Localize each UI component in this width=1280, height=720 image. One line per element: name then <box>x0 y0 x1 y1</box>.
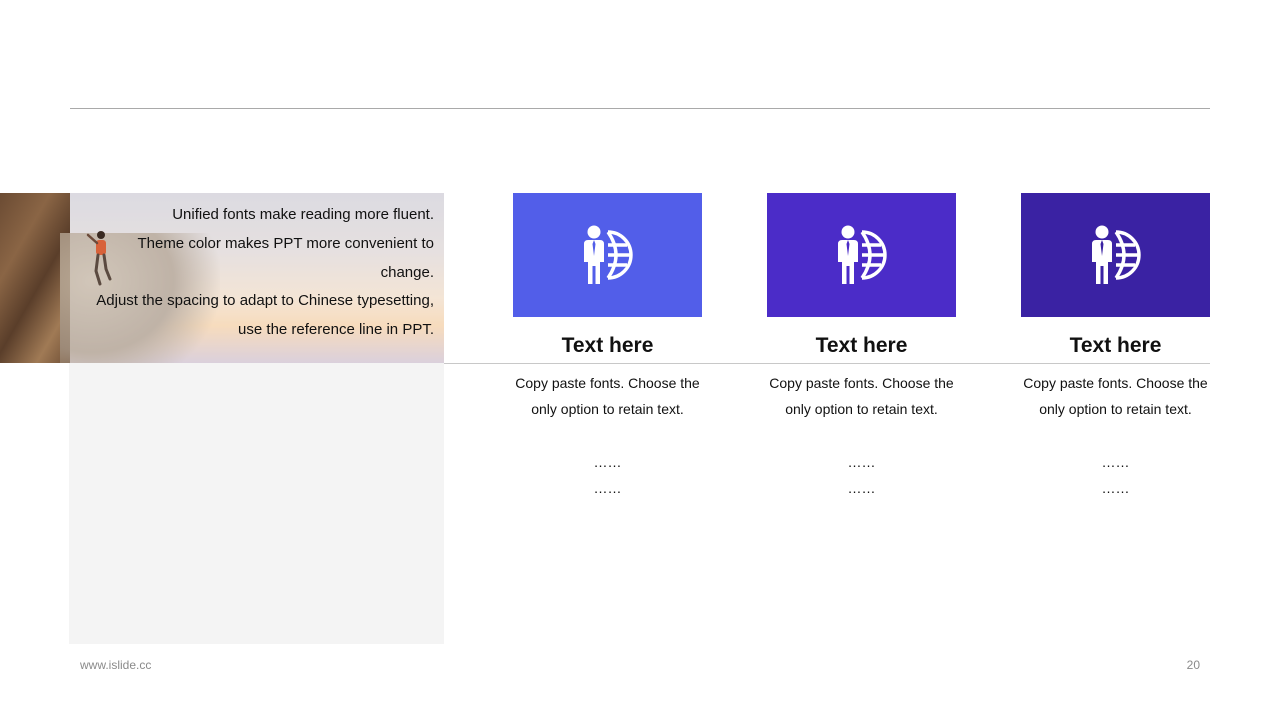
climber-photo-panel: Unified fonts make reading more fluent. … <box>0 193 444 363</box>
icon-tile <box>767 193 956 317</box>
gray-background-panel <box>69 363 444 644</box>
ellipsis-line: …… <box>1101 480 1130 497</box>
card-description: Copy paste fonts. Choose the only option… <box>1023 375 1208 418</box>
top-divider <box>70 108 1210 109</box>
feature-card-3: Text here Copy paste fonts. Choose the o… <box>1021 193 1210 501</box>
card-body: Copy paste fonts. Choose the only option… <box>1011 370 1220 501</box>
businessman-globe-icon <box>837 225 887 284</box>
page-number: 20 <box>1186 658 1200 672</box>
footer-url: www.islide.cc <box>80 658 152 672</box>
card-title: Text here <box>1069 334 1162 357</box>
ellipsis-line: …… <box>1101 453 1130 470</box>
card-title: Text here <box>815 334 908 357</box>
ellipsis-line: …… <box>847 480 876 497</box>
intro-line: Unified fonts make reading more fluent. <box>172 206 434 223</box>
ellipsis-line: …… <box>593 480 622 497</box>
ellipsis-line: …… <box>593 453 622 470</box>
card-body: Copy paste fonts. Choose the only option… <box>757 370 966 501</box>
icon-tile <box>1021 193 1210 317</box>
card-description: Copy paste fonts. Choose the only option… <box>515 375 700 418</box>
feature-card-2: Text here Copy paste fonts. Choose the o… <box>767 193 956 501</box>
card-body: Copy paste fonts. Choose the only option… <box>503 370 712 501</box>
intro-line: Adjust the spacing to adapt to Chinese t… <box>96 292 434 310</box>
card-title: Text here <box>561 334 654 357</box>
feature-card-1: Text here Copy paste fonts. Choose the o… <box>513 193 702 501</box>
intro-line: use the reference line in PPT. <box>238 321 434 339</box>
businessman-globe-icon <box>1091 225 1141 284</box>
icon-tile <box>513 193 702 317</box>
intro-line: Theme color makes PPT more convenient to <box>137 234 434 252</box>
businessman-globe-icon <box>583 225 633 284</box>
card-description: Copy paste fonts. Choose the only option… <box>769 375 954 418</box>
intro-paragraph: Unified fonts make reading more fluent. … <box>64 201 434 345</box>
intro-line: change. <box>380 263 434 281</box>
ellipsis-line: …… <box>847 453 876 470</box>
